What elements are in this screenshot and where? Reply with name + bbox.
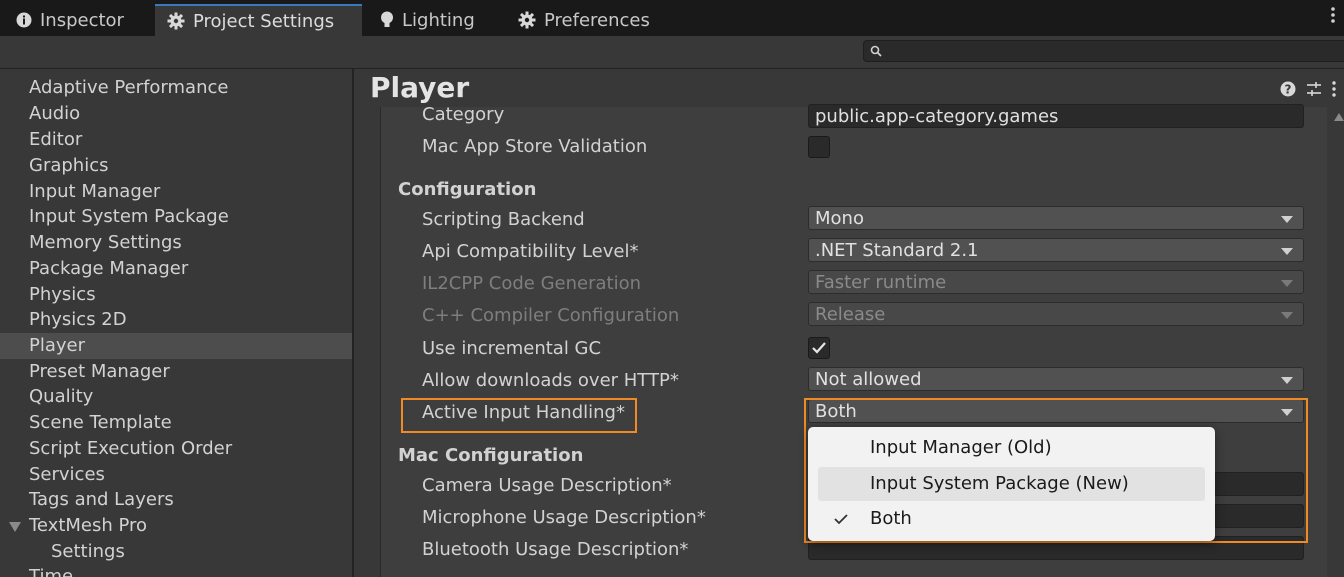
dropdown-value: Not allowed [815, 369, 922, 390]
vertical-scrollbar[interactable] [1332, 107, 1344, 577]
lightbulb-icon [381, 11, 393, 27]
cpp-compiler-dropdown: Release [808, 302, 1304, 326]
sidebar-item-preset-manager[interactable]: Preset Manager [0, 359, 352, 385]
il2cpp-codegen-label: IL2CPP Code Generation [422, 273, 642, 294]
sidebar-item-label: TextMesh Pro [29, 515, 148, 536]
dropdown-arrow-icon [1281, 280, 1293, 287]
info-icon [16, 12, 32, 28]
incremental-gc-label: Use incremental GC [422, 338, 602, 359]
scripting-backend-dropdown[interactable]: Mono [808, 206, 1304, 230]
api-compatibility-label: Api Compatibility Level* [422, 241, 639, 262]
active-input-handling-popup: Input Manager (Old) Input System Package… [808, 427, 1215, 541]
foldout-expanded-icon[interactable] [9, 522, 21, 532]
tab-label: Lighting [402, 9, 475, 31]
dropdown-arrow-icon [1281, 377, 1293, 384]
option-label: Input System Package (New) [870, 473, 1129, 494]
dropdown-value: Faster runtime [815, 272, 947, 293]
search-icon [870, 45, 882, 57]
help-icon[interactable]: ? [1280, 81, 1296, 97]
scripting-backend-label: Scripting Backend [422, 209, 585, 230]
highlight-active-input-label [401, 398, 637, 433]
tab-lighting[interactable]: Lighting [368, 4, 498, 36]
sidebar-item-adaptive-performance[interactable]: Adaptive Performance [0, 75, 352, 101]
sidebar-item-input-system-package[interactable]: Input System Package [0, 204, 352, 230]
header-icons: ? [1280, 81, 1336, 97]
sidebar-item-tags-and-layers[interactable]: Tags and Layers [0, 487, 352, 513]
category-label: Category [422, 104, 505, 125]
dropdown-arrow-icon [1281, 216, 1293, 223]
mac-app-store-validation-label: Mac App Store Validation [422, 136, 648, 157]
option-label: Input Manager (Old) [870, 437, 1052, 458]
search-input[interactable] [863, 40, 1344, 62]
sidebar-item-quality[interactable]: Quality [0, 384, 352, 410]
http-downloads-dropdown[interactable]: Not allowed [808, 367, 1304, 391]
il2cpp-codegen-dropdown: Faster runtime [808, 270, 1304, 294]
checkmark-icon [834, 514, 848, 525]
configuration-header: Configuration [398, 179, 537, 200]
sidebar-item-memory-settings[interactable]: Memory Settings [0, 230, 352, 256]
sidebar-item-physics-2d[interactable]: Physics 2D [0, 307, 352, 333]
camera-usage-label: Camera Usage Description* [422, 475, 672, 496]
tab-label: Inspector [40, 9, 124, 31]
checkmark-icon [812, 342, 826, 354]
settings-sidebar: Adaptive Performance Audio Editor Graphi… [0, 69, 354, 577]
sidebar-item-editor[interactable]: Editor [0, 127, 352, 153]
page-title: Player [370, 71, 470, 104]
gear-icon [167, 12, 185, 30]
category-field[interactable]: public.app-category.games [808, 104, 1304, 128]
microphone-usage-label: Microphone Usage Description* [422, 507, 706, 528]
tab-preferences[interactable]: Preferences [506, 4, 676, 36]
sidebar-item-services[interactable]: Services [0, 462, 352, 488]
preset-sliders-icon[interactable] [1306, 81, 1322, 97]
scroll-up-arrow-icon[interactable] [1334, 113, 1344, 121]
dropdown-arrow-icon [1281, 248, 1293, 255]
dropdown-value: Mono [815, 208, 864, 229]
sidebar-item-time[interactable]: Time [0, 564, 352, 577]
dropdown-arrow-icon [1281, 312, 1293, 319]
gear-icon [518, 11, 536, 29]
tab-label: Project Settings [193, 10, 335, 32]
sidebar-item-input-manager[interactable]: Input Manager [0, 179, 352, 205]
sidebar-item-package-manager[interactable]: Package Manager [0, 256, 352, 282]
tab-project-settings[interactable]: Project Settings [155, 4, 362, 36]
tab-label: Preferences [544, 9, 650, 31]
window-menu-kebab-icon[interactable] [1328, 6, 1338, 30]
sidebar-item-textmesh-settings[interactable]: Settings [0, 539, 352, 565]
option-input-system-package-new[interactable]: Input System Package (New) [818, 467, 1205, 501]
api-compatibility-dropdown[interactable]: .NET Standard 2.1 [808, 238, 1304, 262]
sidebar-item-textmesh-pro[interactable]: TextMesh Pro [0, 513, 352, 539]
sidebar-item-scene-template[interactable]: Scene Template [0, 410, 352, 436]
mac-configuration-header: Mac Configuration [398, 445, 584, 466]
option-label: Both [870, 508, 912, 529]
http-downloads-label: Allow downloads over HTTP* [422, 370, 679, 391]
kebab-menu-icon[interactable] [1332, 81, 1336, 97]
cpp-compiler-label: C++ Compiler Configuration [422, 305, 680, 326]
window-tab-bar: Inspector Project Settings Lighting Pref… [0, 0, 1344, 36]
dropdown-value: Release [815, 304, 886, 325]
sidebar-item-player[interactable]: Player [0, 333, 352, 359]
incremental-gc-checkbox[interactable] [808, 337, 830, 359]
sidebar-item-physics[interactable]: Physics [0, 282, 352, 308]
mac-app-store-validation-checkbox[interactable] [808, 136, 830, 158]
sidebar-item-script-execution-order[interactable]: Script Execution Order [0, 436, 352, 462]
bluetooth-usage-label: Bluetooth Usage Description* [422, 539, 689, 560]
dropdown-value: .NET Standard 2.1 [815, 240, 979, 261]
tab-inspector[interactable]: Inspector [4, 4, 154, 36]
option-both[interactable]: Both [818, 502, 1205, 536]
sidebar-item-graphics[interactable]: Graphics [0, 153, 352, 179]
option-input-manager-old[interactable]: Input Manager (Old) [818, 431, 1205, 465]
sidebar-item-audio[interactable]: Audio [0, 101, 352, 127]
svg-text:?: ? [1285, 83, 1292, 97]
